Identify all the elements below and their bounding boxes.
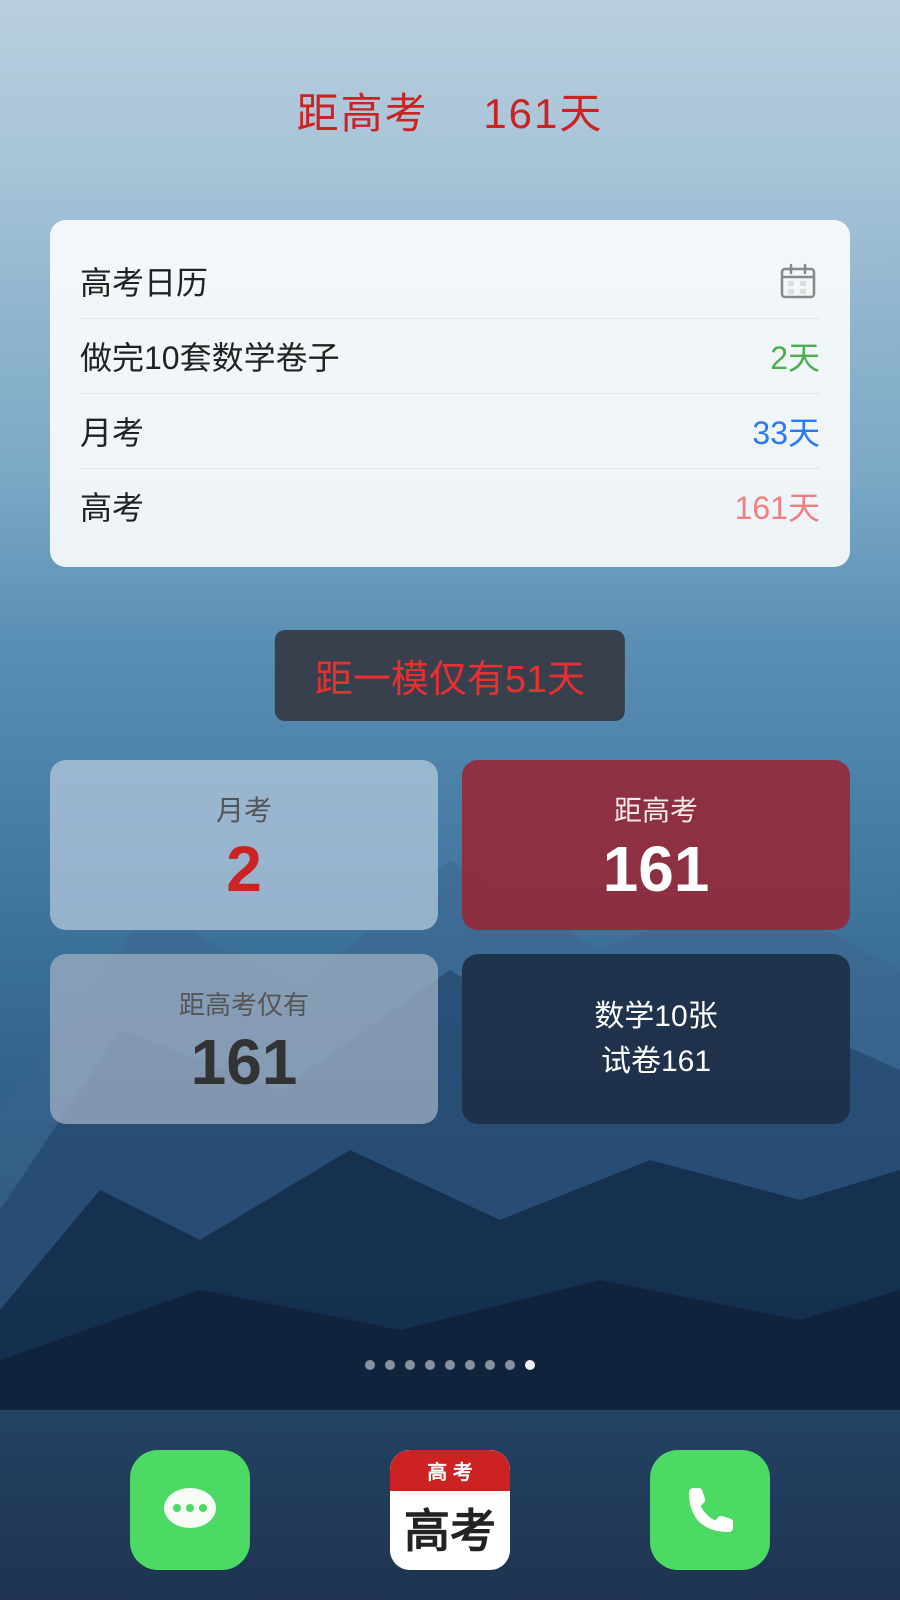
widget-gaokao-label: 距高考 (614, 789, 698, 829)
card-row-task: 做完10套数学卷子 2天 (80, 319, 820, 394)
dock-messages-icon[interactable] (130, 1450, 250, 1570)
top-countdown: 距高考 161天 (0, 80, 900, 141)
widget-monthly-label: 月考 (216, 789, 272, 829)
dot-7 (485, 1360, 495, 1370)
dot-3 (405, 1360, 415, 1370)
widget-gaokao[interactable]: 距高考 161 (462, 760, 850, 930)
widget-math-text: 数学10张试卷161 (594, 994, 717, 1084)
banner-text: 距一模仅有51天 (315, 659, 585, 701)
dot-6 (465, 1360, 475, 1370)
gaokao-value: 161天 (735, 483, 820, 529)
task-label: 做完10套数学卷子 (80, 333, 340, 379)
widget-monthly[interactable]: 月考 2 (50, 760, 438, 930)
gaokao-label: 高考 (80, 483, 144, 529)
widget-gaokao2[interactable]: 距高考仅有 161 (50, 954, 438, 1124)
top-countdown-days: 161天 (483, 90, 603, 137)
calendar-card: 高考日历 做完10套数学卷子 2天 月考 33天 高考 161天 (50, 220, 850, 567)
dot-8 (505, 1360, 515, 1370)
widget-grid: 月考 2 距高考 161 距高考仅有 161 数学10张试卷161 (50, 760, 850, 1124)
dot-2 (385, 1360, 395, 1370)
card-row-monthly: 月考 33天 (80, 394, 820, 469)
card-header-row: 高考日历 (80, 244, 820, 319)
dock-gaokao-app-icon[interactable]: 高 考 高考 (390, 1450, 510, 1570)
page-dots (0, 1360, 900, 1370)
monthly-value: 33天 (752, 408, 820, 454)
widget-monthly-number: 2 (226, 837, 262, 901)
monthly-label: 月考 (80, 408, 144, 454)
card-title: 高考日历 (80, 258, 208, 304)
task-value: 2天 (770, 333, 820, 379)
banner[interactable]: 距一模仅有51天 (275, 630, 625, 721)
dot-5 (445, 1360, 455, 1370)
card-row-gaokao: 高考 161天 (80, 469, 820, 543)
widget-math[interactable]: 数学10张试卷161 (462, 954, 850, 1124)
dock: 高 考 高考 (0, 1450, 900, 1570)
dot-4 (425, 1360, 435, 1370)
widget-gaokao-number: 161 (603, 837, 710, 901)
gaokao-app-inner: 高 考 高考 (390, 1450, 510, 1570)
widget-gaokao2-label: 距高考仅有 (179, 985, 309, 1022)
widget-gaokao2-number: 161 (191, 1030, 298, 1094)
calendar-icon[interactable] (776, 259, 820, 303)
dot-1 (365, 1360, 375, 1370)
top-countdown-label: 距高考 (297, 90, 429, 137)
dock-phone-icon[interactable] (650, 1450, 770, 1570)
gaokao-app-top-bar: 高 考 (390, 1450, 510, 1491)
dot-9 (525, 1360, 535, 1370)
gaokao-app-main-text: 高考 (404, 1508, 496, 1554)
